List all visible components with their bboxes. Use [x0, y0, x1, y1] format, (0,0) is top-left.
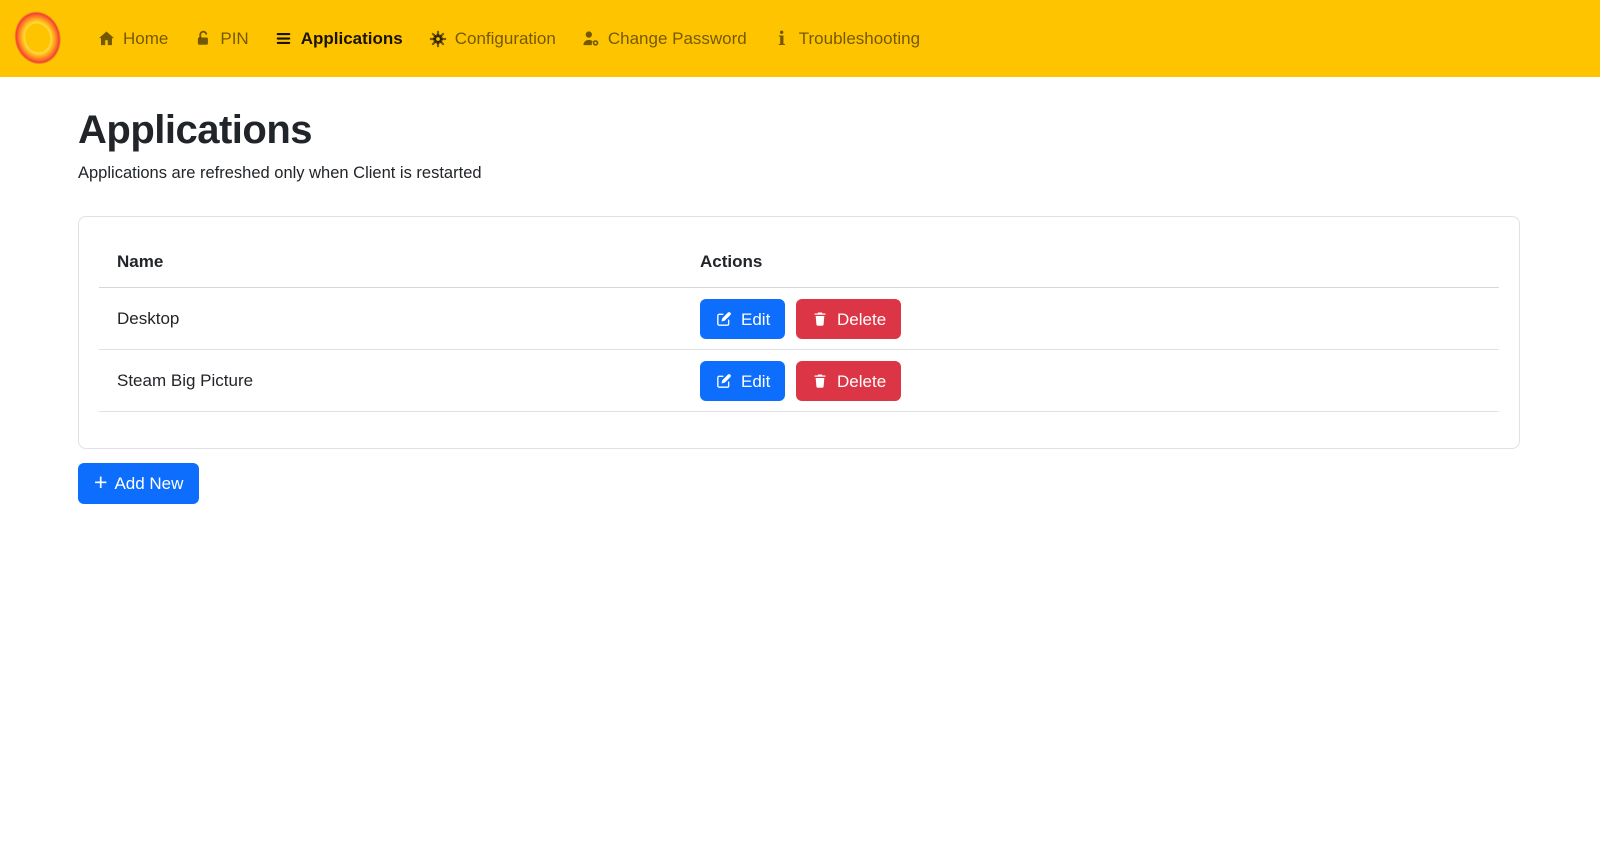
add-new-button-label: Add New — [114, 475, 183, 492]
row-actions: Edit Delete — [700, 350, 1499, 412]
nav-item-home[interactable]: Home — [84, 22, 181, 56]
gear-icon — [429, 30, 447, 48]
delete-button[interactable]: Delete — [796, 299, 901, 339]
brand-link[interactable] — [14, 10, 62, 68]
home-icon — [97, 30, 115, 48]
add-new-button[interactable]: + Add New — [78, 463, 199, 504]
table-row: Desktop Edit — [99, 288, 1499, 350]
nav-label: Applications — [301, 30, 403, 47]
nav-item-change-password[interactable]: Change Password — [569, 22, 760, 56]
page-title: Applications — [78, 108, 1520, 153]
delete-button[interactable]: Delete — [796, 361, 901, 401]
nav-label: Home — [123, 30, 168, 47]
delete-button-label: Delete — [837, 373, 886, 390]
delete-button-label: Delete — [837, 311, 886, 328]
applications-table: Name Actions Desktop — [99, 237, 1499, 412]
edit-button[interactable]: Edit — [700, 299, 785, 339]
nav-label: Change Password — [608, 30, 747, 47]
nav-label: Troubleshooting — [799, 30, 920, 47]
main-content: Applications Applications are refreshed … — [78, 108, 1520, 504]
pen-square-icon — [715, 372, 733, 390]
bars-icon — [275, 30, 293, 48]
info-icon: i — [773, 30, 791, 48]
table-row: Steam Big Picture Edit — [99, 350, 1499, 412]
unlock-icon — [194, 30, 212, 48]
app-name: Desktop — [99, 288, 700, 350]
column-header-actions: Actions — [700, 237, 1499, 288]
column-header-name: Name — [99, 237, 700, 288]
nav-label: Configuration — [455, 30, 556, 47]
page-subtitle: Applications are refreshed only when Cli… — [78, 164, 1520, 183]
app-name: Steam Big Picture — [99, 350, 700, 412]
nav-item-applications[interactable]: Applications — [262, 22, 416, 56]
pen-square-icon — [715, 310, 733, 328]
sunshine-logo-icon — [8, 5, 69, 73]
nav-label: PIN — [220, 30, 248, 47]
row-actions: Edit Delete — [700, 288, 1499, 350]
nav-item-troubleshooting[interactable]: i Troubleshooting — [760, 22, 933, 56]
nav-item-configuration[interactable]: Configuration — [416, 22, 569, 56]
edit-button[interactable]: Edit — [700, 361, 785, 401]
applications-card: Name Actions Desktop — [78, 216, 1520, 449]
nav-item-pin[interactable]: PIN — [181, 22, 261, 56]
edit-button-label: Edit — [741, 373, 770, 390]
trash-icon — [811, 310, 829, 328]
user-gear-icon — [582, 30, 600, 48]
navbar: Home PIN Applications — [0, 0, 1600, 77]
edit-button-label: Edit — [741, 311, 770, 328]
table-header-row: Name Actions — [99, 237, 1499, 288]
trash-icon — [811, 372, 829, 390]
plus-icon: + — [94, 471, 107, 494]
